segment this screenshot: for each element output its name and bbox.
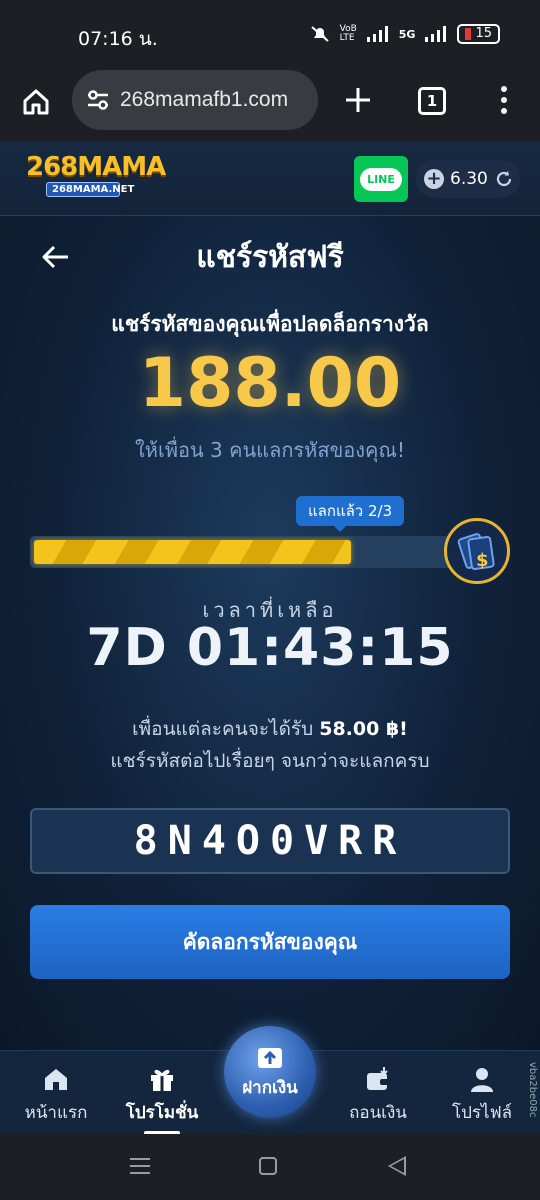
logo-text: 268MAMA bbox=[26, 152, 166, 182]
countdown-timer: 7D 01:43:15 bbox=[86, 618, 454, 678]
tab-switcher-button[interactable]: 1 bbox=[418, 87, 446, 115]
recent-apps-button[interactable] bbox=[130, 1158, 150, 1179]
redeemed-count-badge: แลกแล้ว 2/3 bbox=[296, 496, 405, 532]
ticket-reward-icon: $ bbox=[444, 518, 510, 584]
logo-subtext: 268MAMA.NET bbox=[46, 182, 134, 197]
status-icons: VoB LTE 5G 15 bbox=[310, 24, 500, 44]
svg-text:$: $ bbox=[476, 550, 489, 571]
share-code-field[interactable]: 8N4O0VRR bbox=[30, 808, 510, 874]
version-tag: vba2be08c bbox=[527, 1062, 538, 1118]
system-navigation-bar bbox=[0, 1134, 540, 1200]
status-bar: 07:16 น. VoB LTE 5G 15 bbox=[0, 0, 540, 70]
deposit-icon bbox=[258, 1048, 282, 1068]
line-icon: LINE bbox=[360, 167, 402, 191]
reward-amount: 188.00 bbox=[138, 344, 402, 423]
network-type: 5G bbox=[398, 27, 416, 41]
progress-fill bbox=[34, 540, 351, 564]
address-bar[interactable]: 268mamafb1.com bbox=[72, 70, 318, 130]
refresh-icon[interactable] bbox=[494, 169, 514, 189]
url-text: 268mamafb1.com bbox=[120, 88, 289, 111]
share-code-page: แชร์รหัสฟรี แชร์รหัสของคุณเพื่อปลดล็อกรา… bbox=[0, 216, 540, 1050]
site-header: 268MAMA 268MAMA.NET LINE + 6.30 bbox=[0, 142, 540, 216]
nav-promotions[interactable]: โปรโมชั่น bbox=[112, 1065, 212, 1126]
balance-value: 6.30 bbox=[450, 169, 488, 189]
deposit-button[interactable]: ฝากเงิน bbox=[224, 1026, 316, 1118]
page-subtitle: แชร์รหัสของคุณเพื่อปลดล็อกรางวัล bbox=[111, 312, 429, 336]
nav-home[interactable]: หน้าแรก bbox=[6, 1065, 106, 1126]
browser-toolbar: 268mamafb1.com 1 bbox=[0, 70, 540, 142]
nav-withdraw[interactable]: ถอนเงิน bbox=[328, 1065, 428, 1126]
page-title: แชร์รหัสฟรี bbox=[196, 240, 344, 275]
balance-widget[interactable]: + 6.30 bbox=[416, 160, 520, 198]
home-icon bbox=[23, 89, 49, 115]
add-balance-icon[interactable]: + bbox=[424, 169, 444, 189]
wallet-icon bbox=[367, 1067, 389, 1090]
home-icon bbox=[45, 1069, 67, 1090]
invite-instruction: ให้เพื่อน 3 คนแลกรหัสของคุณ! bbox=[135, 438, 405, 462]
plus-icon bbox=[346, 88, 370, 112]
signal-icon bbox=[366, 26, 388, 42]
keep-sharing-note: แชร์รหัสต่อไปเรื่อยๆ จนกว่าจะแลกครบ bbox=[110, 750, 430, 772]
user-icon bbox=[471, 1068, 493, 1092]
redeem-progress-bar bbox=[30, 536, 460, 568]
site-settings-icon[interactable] bbox=[84, 86, 112, 114]
line-contact-button[interactable]: LINE bbox=[354, 156, 408, 202]
status-time: 07:16 น. bbox=[78, 28, 158, 50]
volte-icon: VoB LTE bbox=[339, 24, 357, 43]
browser-menu-button[interactable] bbox=[490, 82, 518, 118]
mute-icon bbox=[310, 26, 329, 42]
copy-code-button[interactable]: คัดลอกรหัสของคุณ bbox=[30, 905, 510, 979]
system-home-button[interactable] bbox=[259, 1157, 277, 1175]
gift-icon bbox=[151, 1069, 173, 1091]
per-friend-reward: เพื่อนแต่ละคนจะได้รับ 58.00 ฿! bbox=[132, 718, 408, 740]
new-tab-button[interactable] bbox=[340, 82, 376, 118]
nav-profile[interactable]: โปรไฟล์ bbox=[432, 1065, 532, 1126]
signal-icon-2 bbox=[425, 26, 447, 42]
system-back-button[interactable] bbox=[388, 1156, 406, 1176]
browser-home-button[interactable] bbox=[18, 84, 54, 120]
battery-icon: 15 bbox=[457, 24, 500, 44]
site-logo[interactable]: 268MAMA 268MAMA.NET bbox=[26, 152, 166, 197]
